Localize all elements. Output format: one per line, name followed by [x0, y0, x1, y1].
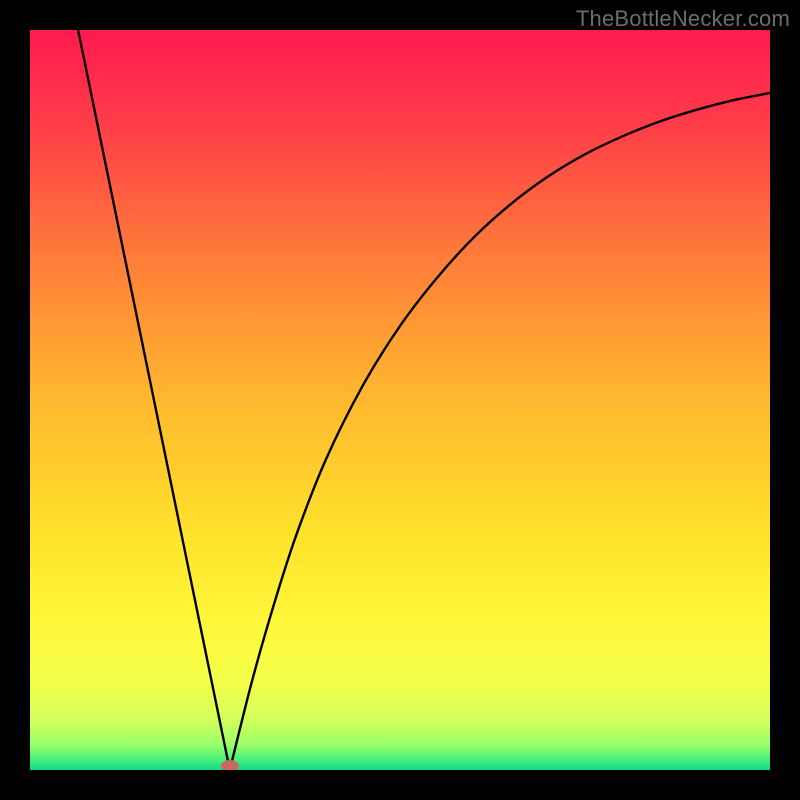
gradient-background	[30, 30, 770, 770]
watermark-text: TheBottleNecker.com	[576, 6, 790, 32]
chart-frame: TheBottleNecker.com	[0, 0, 800, 800]
plot-area	[30, 30, 770, 770]
bottleneck-chart	[30, 30, 770, 770]
